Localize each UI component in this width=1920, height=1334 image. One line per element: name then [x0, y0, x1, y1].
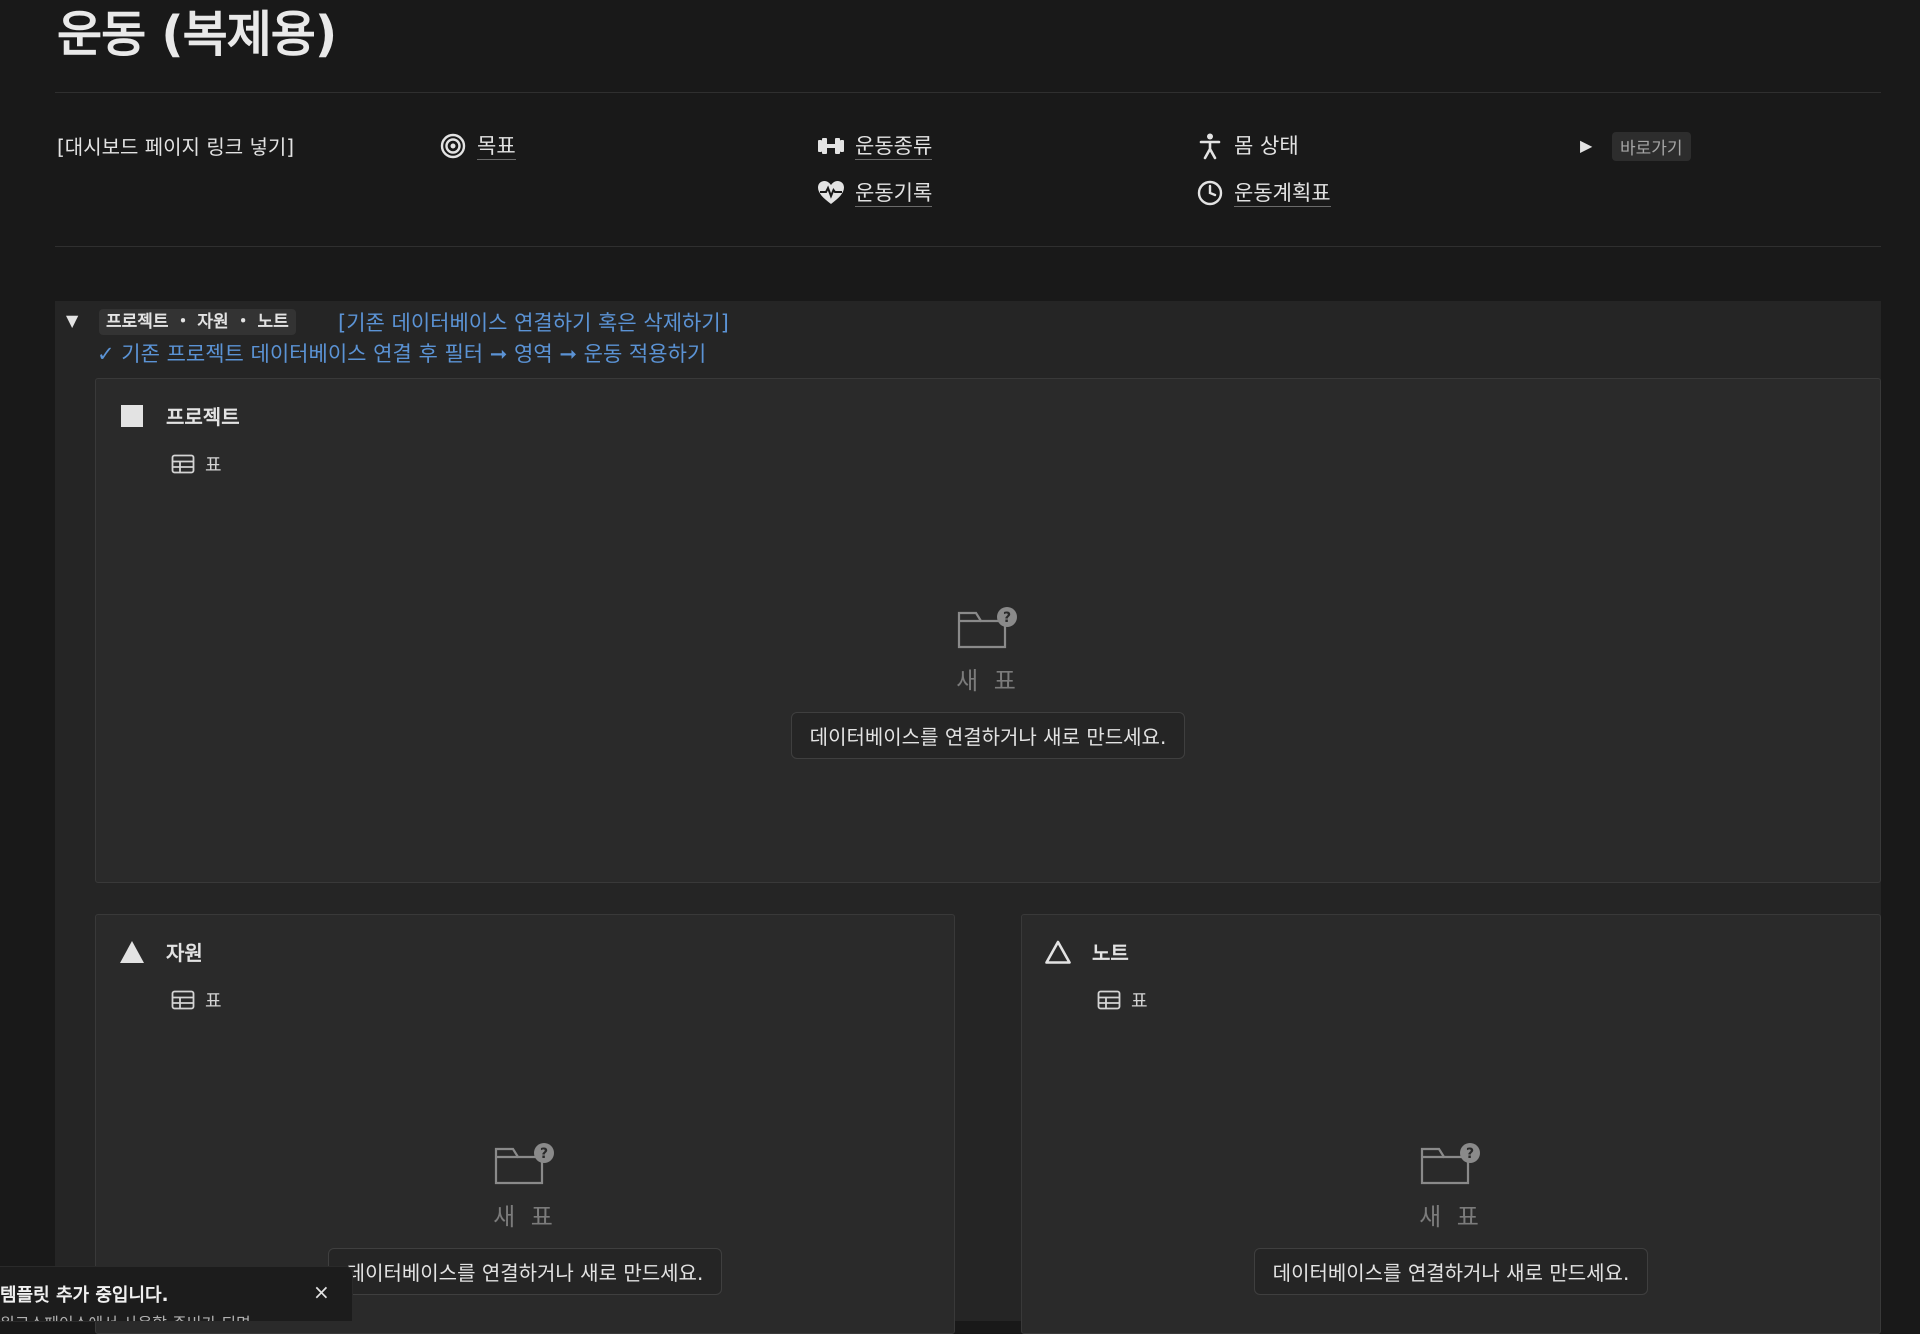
page-title: 운동 (복제용): [57, 6, 337, 63]
callout-chip: 프로젝트 ・ 자원 ・ 노트: [99, 309, 296, 335]
clock-icon: [1196, 179, 1224, 207]
database-projects: 프로젝트 표 ? 새 표 데이터베이스를 연결하거나 새로 만드세요.: [95, 378, 1881, 883]
view-tab-table[interactable]: 표: [171, 451, 222, 477]
dashboard-link-label: [대시보드 페이지 링크 넣기]: [57, 135, 295, 159]
nav-link-goal[interactable]: 목표: [439, 132, 516, 160]
database-header: 자원: [118, 937, 203, 966]
svg-text:?: ?: [540, 1146, 548, 1162]
divider: [55, 92, 1881, 93]
view-tab-table[interactable]: 표: [1097, 987, 1148, 1013]
empty-title: 새 표: [1419, 1203, 1483, 1231]
toggle-open-arrow-icon[interactable]: ▼: [66, 311, 78, 330]
folder-question-icon: ?: [494, 1141, 556, 1187]
person-icon: [1196, 132, 1224, 160]
divider: [55, 246, 1881, 247]
callout-instruction: ✓ 기존 프로젝트 데이터베이스 연결 후 필터 ➞ 영역 ➞ 운동 적용하기: [97, 342, 707, 366]
nav-link-goal-label: 목표: [477, 133, 516, 160]
database-header: 프로젝트: [118, 401, 240, 430]
target-icon: [439, 132, 467, 160]
nav-link-exercise-types-label: 운동종류: [855, 133, 933, 160]
database-title[interactable]: 노트: [1092, 937, 1129, 966]
svg-text:?: ?: [1466, 1146, 1474, 1162]
toast-title: 템플릿 추가 중입니다.: [0, 1285, 169, 1306]
callout-link-connect[interactable]: [기존 데이터베이스 연결하기 혹은 삭제하기]: [338, 307, 729, 337]
nav-link-body-status-label: 몸 상태: [1234, 134, 1299, 158]
square-icon: [118, 402, 146, 430]
empty-state: ? 새 표 데이터베이스를 연결하거나 새로 만드세요.: [788, 605, 1188, 759]
nav-link-exercise-plan[interactable]: 운동계획표: [1196, 179, 1331, 207]
connect-database-button[interactable]: 데이터베이스를 연결하거나 새로 만드세요.: [790, 712, 1186, 759]
nav-link-exercise-log-label: 운동기록: [855, 180, 933, 207]
close-icon[interactable]: ×: [313, 1280, 330, 1304]
filled-triangle-icon: [118, 938, 146, 966]
nav-link-body-status[interactable]: 몸 상태: [1196, 132, 1299, 160]
nav-link-exercise-types[interactable]: 운동종류: [817, 132, 933, 160]
svg-text:?: ?: [1003, 610, 1011, 626]
database-header: 노트: [1044, 937, 1129, 966]
outline-triangle-icon: [1044, 938, 1072, 966]
nav-link-exercise-log[interactable]: 운동기록: [817, 179, 933, 207]
view-tab-label: 표: [1131, 991, 1148, 1012]
database-notes: 노트 표 ? 새 표 데이터베이스를 연결하거나 새로 만드세요.: [1021, 914, 1881, 1334]
shortcut-toggle-label[interactable]: 바로가기: [1612, 132, 1691, 161]
toast-message: 워크스페이스에서 사용할 준비가 되면: [0, 1310, 251, 1321]
heartbeat-icon: [817, 179, 845, 207]
database-title[interactable]: 자원: [166, 937, 203, 966]
view-tab-label: 표: [205, 991, 222, 1012]
folder-question-icon: ?: [1420, 1141, 1482, 1187]
table-icon: [1097, 990, 1121, 1010]
empty-state: ? 새 표 데이터베이스를 연결하거나 새로 만드세요.: [1251, 1141, 1651, 1295]
empty-state: ? 새 표 데이터베이스를 연결하거나 새로 만드세요.: [325, 1141, 725, 1295]
connect-database-button[interactable]: 데이터베이스를 연결하거나 새로 만드세요.: [1253, 1248, 1649, 1295]
folder-question-icon: ?: [957, 605, 1019, 651]
connect-database-button[interactable]: 데이터베이스를 연결하거나 새로 만드세요.: [327, 1248, 723, 1295]
dumbbell-icon: [817, 132, 845, 160]
template-toast: 템플릿 추가 중입니다. 워크스페이스에서 사용할 준비가 되면 ×: [0, 1267, 352, 1321]
dashboard-link[interactable]: [대시보드 페이지 링크 넣기]: [57, 131, 294, 160]
table-icon: [171, 990, 195, 1010]
view-tab-table[interactable]: 표: [171, 987, 222, 1013]
view-tab-label: 표: [205, 455, 222, 476]
table-icon: [171, 454, 195, 474]
toggle-arrow-icon[interactable]: ▶: [1580, 136, 1592, 155]
database-title[interactable]: 프로젝트: [166, 401, 240, 430]
empty-title: 새 표: [493, 1203, 557, 1231]
empty-title: 새 표: [956, 667, 1020, 695]
nav-link-exercise-plan-label: 운동계획표: [1234, 180, 1331, 207]
